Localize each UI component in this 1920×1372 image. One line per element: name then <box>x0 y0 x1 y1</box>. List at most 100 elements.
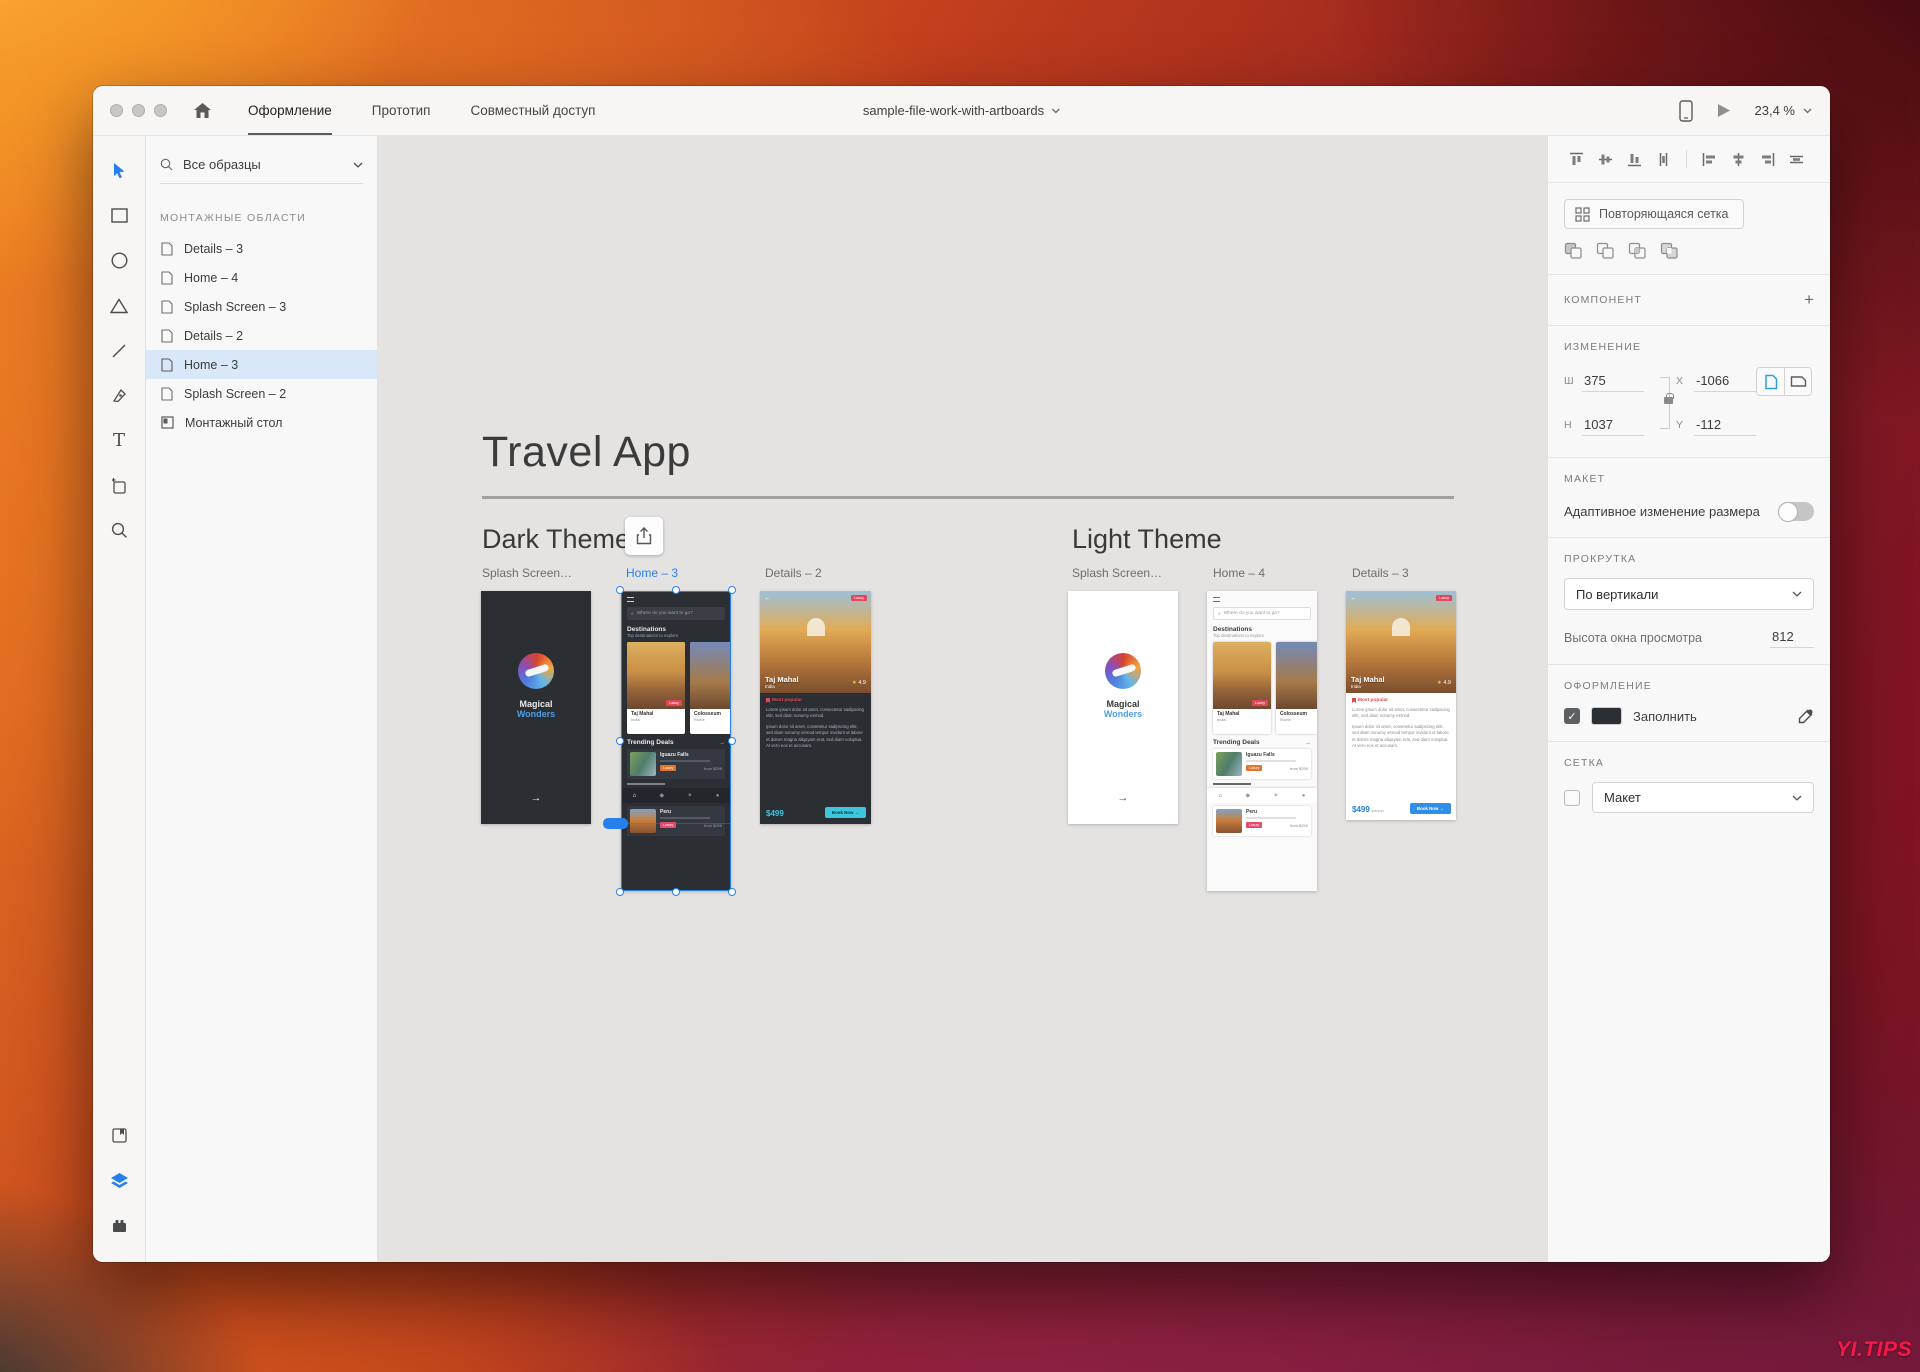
design-canvas[interactable]: Travel App Dark Theme Light Theme Splash… <box>378 136 1547 1262</box>
boolean-subtract-icon[interactable] <box>1596 242 1616 260</box>
tab-share[interactable]: Совместный доступ <box>471 86 596 135</box>
play-preview-icon[interactable] <box>1717 103 1731 118</box>
taj-mahal-photo: Luxury <box>1213 642 1271 709</box>
export-share-button[interactable] <box>625 517 663 555</box>
line-tool[interactable] <box>93 328 145 373</box>
resize-handle-sw[interactable] <box>616 888 624 896</box>
landscape-orientation-button[interactable] <box>1784 368 1811 395</box>
grid-checkbox[interactable] <box>1564 790 1580 806</box>
polygon-tool[interactable] <box>93 283 145 328</box>
artboard-label-details-3[interactable]: Details – 3 <box>1352 566 1409 580</box>
add-component-button[interactable]: + <box>1804 290 1814 310</box>
align-bottom-icon[interactable] <box>1622 150 1647 168</box>
fill-checkbox[interactable]: ✓ <box>1564 708 1580 724</box>
zoom-control[interactable]: 23,4 % <box>1755 103 1812 118</box>
zoom-tool[interactable] <box>93 508 145 553</box>
resize-handle-se[interactable] <box>728 888 736 896</box>
zoom-window-button[interactable] <box>154 104 167 117</box>
search-icon: ⌕ <box>631 611 634 617</box>
fill-color-swatch[interactable] <box>1591 707 1622 725</box>
resize-handle-nw[interactable] <box>616 586 624 594</box>
sidebar-item-splash-3[interactable]: Splash Screen – 3 <box>146 292 377 321</box>
home-button[interactable] <box>193 86 212 135</box>
taj-mahal-hero-photo: ← Luxury Taj MahalIndia ★ 4.9 <box>760 591 871 693</box>
deal-card-iguazu: Iguazu Falls Luxuryfrom $299 <box>1213 749 1311 779</box>
tab-design[interactable]: Оформление <box>248 86 332 135</box>
device-preview-icon[interactable] <box>1679 100 1693 122</box>
layers-panel-button[interactable] <box>93 1158 145 1203</box>
deal-title: Peru <box>660 809 722 815</box>
canvas-page-title[interactable]: Travel App <box>482 428 691 477</box>
repeat-grid-button[interactable]: Повторяющаяся сетка <box>1564 199 1744 229</box>
distribute-horizontal-icon[interactable] <box>1784 150 1809 168</box>
iguazu-photo <box>1216 752 1242 776</box>
viewport-height-input[interactable] <box>1770 627 1814 648</box>
align-center-icon[interactable] <box>1726 150 1751 168</box>
details-paragraph: Ipsum dolor sit amet, consetetur sadipsc… <box>1352 724 1450 750</box>
rectangle-tool[interactable] <box>93 193 145 238</box>
x-input[interactable] <box>1694 371 1756 392</box>
assets-search[interactable]: Все образцы <box>160 146 363 184</box>
select-tool[interactable] <box>93 148 145 193</box>
canvas-divider-line[interactable] <box>482 496 1454 499</box>
width-input[interactable] <box>1582 371 1644 392</box>
page-icon <box>161 387 173 401</box>
minimize-window-button[interactable] <box>132 104 145 117</box>
tab-prototype[interactable]: Прототип <box>372 86 431 135</box>
align-right-icon[interactable] <box>1755 150 1780 168</box>
artboard-tool[interactable] <box>93 463 145 508</box>
boolean-union-icon[interactable] <box>1564 242 1584 260</box>
destination-card-colosseum: ColosseumRome <box>1276 642 1317 734</box>
eyedropper-icon[interactable] <box>1797 708 1814 725</box>
tab-design-label: Оформление <box>248 103 332 118</box>
lock-aspect-icon[interactable] <box>1664 397 1673 404</box>
boolean-intersect-icon[interactable] <box>1628 242 1648 260</box>
resize-handle-e[interactable] <box>728 737 736 745</box>
artboard-label-details-2[interactable]: Details – 2 <box>765 566 822 580</box>
sidebar-item-splash-2[interactable]: Splash Screen – 2 <box>146 379 377 408</box>
pen-icon <box>111 387 128 404</box>
resize-handle-ne[interactable] <box>728 586 736 594</box>
ellipse-tool[interactable] <box>93 238 145 283</box>
y-input[interactable] <box>1694 415 1756 436</box>
light-theme-label[interactable]: Light Theme <box>1072 524 1222 555</box>
sidebar-item-home-3[interactable]: Home – 3 <box>146 350 377 379</box>
plugins-panel-button[interactable] <box>93 1203 145 1248</box>
document-title[interactable]: sample-file-work-with-artboards <box>863 86 1060 135</box>
align-top-icon[interactable] <box>1564 150 1589 168</box>
artboard-details-3[interactable]: ← Luxury Taj MahalIndia ★ 4.9 Most popul… <box>1346 591 1456 820</box>
portrait-orientation-button[interactable] <box>1757 368 1784 395</box>
scroll-mode-select[interactable]: По вертикали <box>1564 578 1814 610</box>
sidebar-item-home-4[interactable]: Home – 4 <box>146 263 377 292</box>
artboard-label-home-3[interactable]: Home – 3 <box>626 566 678 580</box>
resize-handle-n[interactable] <box>672 586 680 594</box>
artboard-label-home-4[interactable]: Home – 4 <box>1213 566 1265 580</box>
next-arrow: → <box>531 792 542 804</box>
artboard-splash-dark[interactable]: Magical Wonders → <box>481 591 591 824</box>
grid-mode-select[interactable]: Макет <box>1592 782 1814 813</box>
artboard-label-splash-light[interactable]: Splash Screen… <box>1072 566 1162 580</box>
height-input[interactable] <box>1582 415 1644 436</box>
resize-handle-s[interactable] <box>672 888 680 896</box>
sidebar-item-details-3[interactable]: Details – 3 <box>146 234 377 263</box>
responsive-resize-toggle[interactable] <box>1778 502 1814 521</box>
distribute-vertical-icon[interactable] <box>1651 150 1676 168</box>
boolean-exclude-icon[interactable] <box>1660 242 1680 260</box>
sidebar-item-artboard-tool[interactable]: Монтажный стол <box>146 408 377 437</box>
align-middle-icon[interactable] <box>1593 150 1618 168</box>
sidebar-item-details-2[interactable]: Details – 2 <box>146 321 377 350</box>
viewport-height-handle[interactable] <box>603 818 628 829</box>
dark-theme-label[interactable]: Dark Theme <box>482 524 630 555</box>
text-tool[interactable]: T <box>93 418 145 463</box>
artboard-home-3[interactable]: ⌕ Where do you want to go? Destinations … <box>621 591 731 891</box>
close-window-button[interactable] <box>110 104 123 117</box>
artboard-label-splash-dark[interactable]: Splash Screen… <box>482 566 572 580</box>
chevron-down-icon[interactable] <box>353 162 363 168</box>
artboard-details-2[interactable]: ← Luxury Taj MahalIndia ★ 4.9 Most popul… <box>760 591 871 824</box>
pen-tool[interactable] <box>93 373 145 418</box>
resize-handle-w[interactable] <box>616 737 624 745</box>
align-left-icon[interactable] <box>1697 150 1722 168</box>
assets-panel-button[interactable] <box>93 1113 145 1158</box>
artboard-splash-light[interactable]: Magical Wonders → <box>1068 591 1178 824</box>
artboard-home-4[interactable]: ⌕ Where do you want to go? Destinations … <box>1207 591 1317 891</box>
